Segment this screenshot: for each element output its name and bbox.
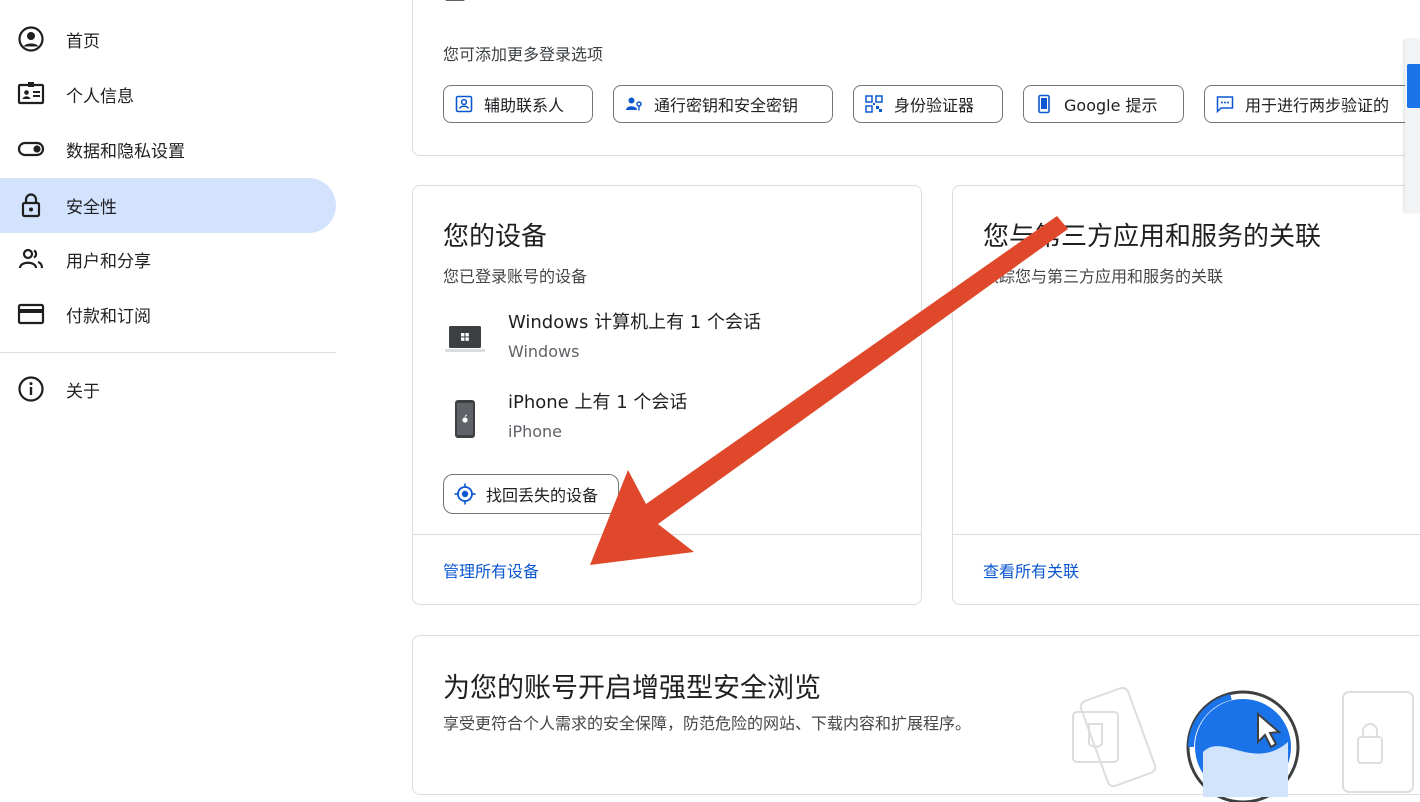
third-party-subtitle: 跟踪您与第三方应用和服务的关联 <box>983 267 1224 286</box>
recovery-contact-icon <box>455 95 473 113</box>
sidebar-item-payments[interactable]: 付款和订阅 <box>0 287 336 342</box>
windows-laptop-icon <box>445 326 485 352</box>
passkey-chip[interactable]: 通行密钥和安全密钥 <box>613 85 833 123</box>
more-options-text: 您可添加更多登录选项 <box>443 45 604 64</box>
chip-label: 身份验证器 <box>894 96 975 115</box>
third-party-connections-card: 您与第三方应用和服务的关联 跟踪您与第三方应用和服务的关联 查看所有关联 <box>952 185 1420 605</box>
sidebar-item-personal-info[interactable]: 个人信息 <box>0 67 336 122</box>
manage-all-devices-link[interactable]: 管理所有设备 <box>443 558 539 582</box>
info-icon <box>18 376 44 402</box>
iphone-icon <box>455 400 475 438</box>
device-os: Windows <box>508 342 580 361</box>
sidebar-item-label: 数据和隐私设置 <box>66 142 185 162</box>
device-row-iphone[interactable]: iPhone 上有 1 个会话 iPhone <box>443 388 903 448</box>
people-icon <box>18 248 44 269</box>
chip-label: 通行密钥和安全密钥 <box>654 96 799 115</box>
message-icon <box>1216 96 1234 114</box>
google-prompt-chip[interactable]: Google 提示 <box>1023 85 1184 123</box>
two-step-chip[interactable]: 用于进行两步验证的 <box>1204 85 1414 123</box>
authenticator-chip[interactable]: 身份验证器 <box>853 85 1003 123</box>
card-divider <box>413 534 921 535</box>
device-name: Windows 计算机上有 1 个会话 <box>508 312 761 333</box>
sidebar-divider <box>0 352 336 353</box>
lock-icon <box>21 193 41 218</box>
qr-code-icon <box>865 95 883 113</box>
safe-browsing-title: 为您的账号开启增强型安全浏览 <box>443 673 821 704</box>
sidebar-item-security[interactable]: 安全性 <box>0 178 336 233</box>
recovery-contact-chip[interactable]: 辅助联系人 <box>443 85 593 123</box>
device-name: iPhone 上有 1 个会话 <box>508 392 688 413</box>
location-target-icon <box>454 483 476 505</box>
chip-label: Google 提示 <box>1064 96 1158 115</box>
find-lost-device-label: 找回丢失的设备 <box>486 486 599 505</box>
chip-label: 辅助联系人 <box>484 96 565 115</box>
toggle-icon <box>17 141 45 157</box>
account-circle-icon <box>18 26 44 52</box>
recovery-phone-icon <box>445 0 465 1</box>
sidebar-item-label: 个人信息 <box>66 87 134 107</box>
side-panel-tab[interactable] <box>1407 64 1420 108</box>
sign-in-options-card: 您可添加更多登录选项 辅助联系人 通行密钥和安全密钥 身份验证器 Google … <box>412 0 1420 156</box>
safe-browsing-illustration <box>1072 686 1414 802</box>
id-card-icon <box>17 82 45 105</box>
sidebar: 首页 个人信息 数据和隐私设置 安全性 用户和分享 付款和订阅 关于 <box>0 0 340 766</box>
phone-icon <box>1038 94 1050 114</box>
devices-title: 您的设备 <box>443 222 548 252</box>
chip-label: 用于进行两步验证的 <box>1245 96 1390 115</box>
sidebar-item-label: 付款和订阅 <box>66 307 151 327</box>
sidebar-item-home[interactable]: 首页 <box>0 12 336 67</box>
safe-browsing-description: 享受更符合个人需求的安全保障，防范危险的网站、下载内容和扩展程序。 <box>443 714 972 733</box>
sidebar-item-label: 首页 <box>66 32 100 52</box>
passkey-icon <box>626 97 642 111</box>
find-lost-device-button[interactable]: 找回丢失的设备 <box>443 474 620 514</box>
sidebar-item-label: 用户和分享 <box>66 252 151 272</box>
sidebar-item-label: 安全性 <box>66 198 117 218</box>
see-all-connections-link[interactable]: 查看所有关联 <box>983 558 1079 582</box>
sidebar-item-people-sharing[interactable]: 用户和分享 <box>0 232 336 287</box>
card-divider <box>953 534 1420 535</box>
device-os: iPhone <box>508 422 563 441</box>
your-devices-card: 您的设备 您已登录账号的设备 Windows 计算机上有 1 个会话 Windo… <box>412 185 922 605</box>
third-party-title: 您与第三方应用和服务的关联 <box>983 222 1322 252</box>
sidebar-item-about[interactable]: 关于 <box>0 362 336 417</box>
devices-subtitle: 您已登录账号的设备 <box>443 267 588 286</box>
sidebar-item-data-privacy[interactable]: 数据和隐私设置 <box>0 122 336 177</box>
enhanced-safe-browsing-card: 为您的账号开启增强型安全浏览 享受更符合个人需求的安全保障，防范危险的网站、下载… <box>412 635 1420 802</box>
sidebar-item-label: 关于 <box>66 382 100 402</box>
device-row-windows[interactable]: Windows 计算机上有 1 个会话 Windows <box>443 308 903 368</box>
credit-card-icon <box>17 303 45 325</box>
